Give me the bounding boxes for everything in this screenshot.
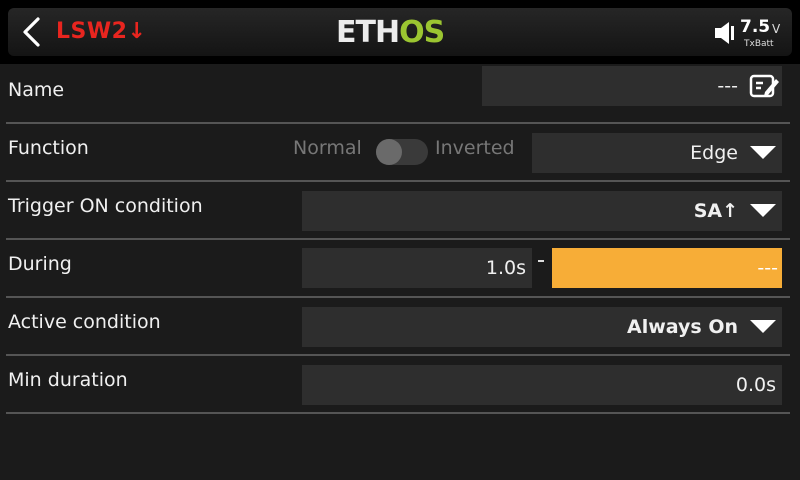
header-bar: LSW2↓ ETHOS 7.5 V TxBatt: [0, 0, 800, 64]
logo-text-eth: ETH: [336, 15, 400, 50]
name-field[interactable]: ---: [482, 66, 782, 106]
min-duration-label: Min duration: [8, 369, 128, 391]
trigger-value: SA↑: [693, 200, 738, 222]
chevron-left-icon: [23, 17, 40, 47]
name-label: Name: [8, 79, 65, 101]
row-name: Name ---: [0, 66, 800, 124]
ethos-logo: ETHOS: [336, 15, 445, 50]
min-duration-value: 0.0s: [735, 374, 776, 396]
during-start-field[interactable]: 1.0s: [302, 248, 532, 288]
battery-unit: V: [772, 22, 781, 36]
caret-down-icon: [750, 320, 776, 333]
invert-toggle[interactable]: [376, 139, 428, 165]
trigger-dropdown[interactable]: SA↑: [302, 191, 782, 231]
during-label: During: [8, 253, 72, 275]
active-condition-dropdown[interactable]: Always On: [302, 307, 782, 347]
caret-down-icon: [750, 204, 776, 217]
function-label: Function: [8, 137, 89, 159]
row-min-duration: Min duration 0.0s: [0, 356, 800, 414]
during-end-value: ---: [757, 257, 778, 279]
battery-name: TxBatt: [744, 39, 774, 49]
edit-icon: [749, 74, 779, 98]
speaker-icon: [715, 22, 734, 44]
function-value: Edge: [690, 142, 738, 164]
toggle-inverted-label: Inverted: [435, 137, 515, 159]
trigger-label: Trigger ON condition: [8, 195, 203, 217]
toggle-knob: [376, 139, 402, 165]
active-condition-label: Active condition: [8, 311, 161, 333]
min-duration-field[interactable]: 0.0s: [302, 365, 782, 405]
during-start-value: 1.0s: [485, 257, 526, 279]
page-title: LSW2↓: [56, 19, 147, 44]
active-condition-value: Always On: [627, 316, 738, 338]
logo-text-os: OS: [399, 15, 445, 50]
range-separator: [538, 260, 544, 262]
during-end-field[interactable]: ---: [552, 248, 782, 288]
toggle-normal-label: Normal: [293, 137, 362, 159]
row-trigger: Trigger ON condition SA↑: [0, 182, 800, 240]
function-dropdown[interactable]: Edge: [532, 133, 782, 173]
battery-indicator[interactable]: 7.5 V TxBatt: [714, 16, 784, 52]
back-button[interactable]: [14, 14, 50, 50]
row-during: During 1.0s ---: [0, 240, 800, 298]
name-value: ---: [717, 75, 738, 97]
row-divider: [6, 412, 790, 414]
row-active-condition: Active condition Always On: [0, 298, 800, 356]
battery-voltage: 7.5: [740, 17, 771, 37]
caret-down-icon: [750, 146, 776, 159]
